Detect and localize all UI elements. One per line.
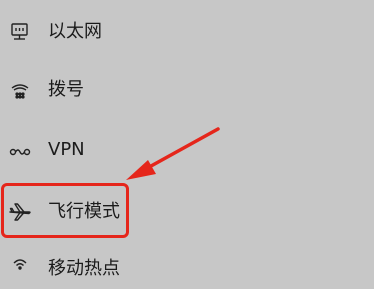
nav-item-ethernet[interactable]: 以太网 xyxy=(0,12,374,52)
vpn-icon xyxy=(8,138,32,162)
nav-item-label: VPN xyxy=(48,139,85,160)
nav-item-label: 以太网 xyxy=(48,21,102,42)
dialup-phone-icon xyxy=(8,78,32,102)
highlight-box xyxy=(1,183,129,238)
nav-item-vpn[interactable]: VPN xyxy=(0,130,374,170)
mobile-hotspot-icon xyxy=(8,257,32,281)
nav-item-dialup[interactable]: 拨号 xyxy=(0,70,374,110)
ethernet-icon xyxy=(8,20,32,44)
nav-item-label: 拨号 xyxy=(48,79,84,100)
nav-item-mobile-hotspot[interactable]: 移动热点 xyxy=(0,249,374,289)
nav-item-label: 移动热点 xyxy=(48,258,120,279)
